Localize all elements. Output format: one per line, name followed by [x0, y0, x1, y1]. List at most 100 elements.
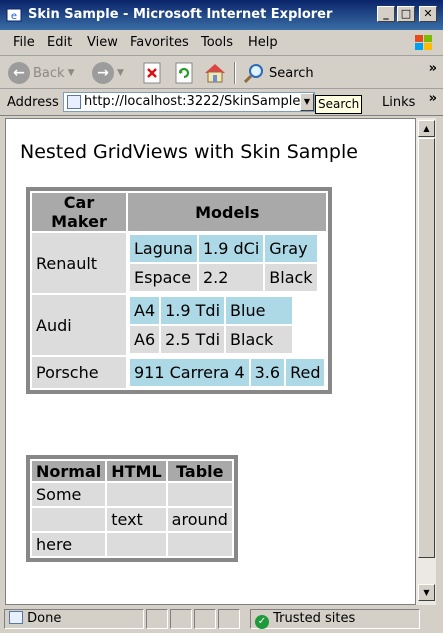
- table-row: Renault Laguna 1.9 dCi Gray Espace 2.2 B…: [32, 233, 327, 293]
- table-row: A6 2.5 Tdi Black: [130, 326, 293, 353]
- toolbar-overflow-chevron[interactable]: »: [429, 61, 437, 76]
- table-row: text around: [32, 508, 232, 531]
- search-tooltip: Search: [315, 95, 363, 114]
- search-button[interactable]: Search: [242, 60, 314, 86]
- status-panel: [194, 609, 216, 629]
- models-cell: Laguna 1.9 dCi Gray Espace 2.2 Black: [128, 233, 327, 293]
- address-url: http://localhost:3222/SkinSampleW: [84, 94, 314, 109]
- back-label: Back: [33, 65, 65, 81]
- model-cell: A6: [130, 326, 160, 353]
- header-normal: Normal: [32, 461, 106, 481]
- windows-logo-icon: [415, 35, 432, 50]
- home-icon: [205, 64, 225, 83]
- table-row: Audi A4 1.9 Tdi Blue A6 2.5 Tdi Black: [32, 295, 327, 355]
- color-cell: Blue: [226, 297, 293, 324]
- cars-header-row: Car Maker Models: [32, 193, 327, 231]
- table-cell: [107, 483, 166, 506]
- cars-gridview: Car Maker Models Renault Laguna 1.9 dCi …: [26, 187, 333, 394]
- menu-edit[interactable]: Edit: [47, 35, 72, 50]
- color-cell: Gray: [265, 235, 317, 262]
- links-overflow-chevron[interactable]: »: [429, 91, 437, 106]
- table-row: A4 1.9 Tdi Blue: [130, 297, 293, 324]
- models-gridview: 911 Carrera 4 3.6 Red: [128, 357, 326, 388]
- status-panel: [170, 609, 192, 629]
- model-cell: Laguna: [130, 235, 197, 262]
- status-bar: Done ✓ Trusted sites: [0, 605, 443, 633]
- close-button[interactable]: ✕: [419, 6, 437, 22]
- model-cell: 911 Carrera 4: [130, 359, 249, 386]
- page-icon: [9, 611, 23, 624]
- table-cell: [107, 533, 166, 556]
- status-done: Done: [27, 611, 62, 626]
- models-gridview: Laguna 1.9 dCi Gray Espace 2.2 Black: [128, 233, 319, 293]
- maximize-button[interactable]: □: [397, 6, 415, 22]
- scroll-down-button[interactable]: ▼: [418, 584, 435, 601]
- models-gridview: A4 1.9 Tdi Blue A6 2.5 Tdi Black: [128, 295, 294, 355]
- menu-bar: File Edit View Favorites Tools Help: [0, 30, 443, 56]
- address-input[interactable]: http://localhost:3222/SkinSampleW: [63, 92, 315, 112]
- engine-cell: 1.9 dCi: [198, 235, 264, 262]
- status-panel: [146, 609, 168, 629]
- search-label: Search: [269, 65, 314, 81]
- header-car-maker: Car Maker: [32, 193, 126, 231]
- table-cell: around: [167, 508, 232, 531]
- refresh-icon: [175, 62, 193, 84]
- engine-cell: 1.9 Tdi: [161, 297, 225, 324]
- title-bar: e Skin Sample - Microsoft Internet Explo…: [0, 0, 443, 30]
- table-cell: [167, 483, 232, 506]
- minimize-button[interactable]: _: [377, 6, 395, 22]
- vertical-scrollbar[interactable]: ▲ ▼: [416, 118, 436, 605]
- table-cell: [32, 508, 106, 531]
- ie-icon: e: [6, 8, 22, 22]
- check-icon: ✓: [255, 615, 269, 629]
- stop-icon: [143, 62, 161, 84]
- color-cell: Black: [226, 326, 293, 353]
- chevron-down-icon: ▼: [67, 68, 75, 78]
- menu-tools[interactable]: Tools: [201, 35, 233, 50]
- forward-arrow-icon: →: [92, 62, 114, 84]
- simple-gridview: Normal HTML Table Some text around here: [26, 455, 238, 562]
- stop-button[interactable]: [142, 60, 162, 86]
- home-button[interactable]: [203, 60, 227, 86]
- engine-cell: 2.2: [198, 264, 264, 291]
- chevron-down-icon: ▼: [117, 68, 124, 78]
- table-cell: here: [32, 533, 106, 556]
- address-label: Address: [7, 95, 59, 110]
- table-row: Espace 2.2 Black: [130, 264, 317, 291]
- back-arrow-icon: ←: [8, 62, 30, 84]
- header-html: HTML: [107, 461, 166, 481]
- table-row: Some: [32, 483, 232, 506]
- table-cell: [167, 533, 232, 556]
- model-cell: Espace: [130, 264, 197, 291]
- scroll-thumb[interactable]: [418, 138, 435, 558]
- model-cell: A4: [130, 297, 160, 324]
- menu-file[interactable]: File: [13, 35, 35, 50]
- car-maker-cell: Renault: [32, 233, 126, 293]
- page-content: Nested GridViews with Skin Sample Car Ma…: [5, 118, 416, 605]
- table-cell: Some: [32, 483, 106, 506]
- back-button[interactable]: ← Back ▼: [8, 60, 74, 86]
- color-cell: Black: [265, 264, 317, 291]
- address-bar: Address http://localhost:3222/SkinSample…: [0, 89, 443, 116]
- engine-cell: 2.5 Tdi: [161, 326, 225, 353]
- table-cell: text: [107, 508, 166, 531]
- table-row: Laguna 1.9 dCi Gray: [130, 235, 317, 262]
- standard-toolbar: ← Back ▼ → ▼ Search »: [0, 57, 443, 89]
- simple-header-row: Normal HTML Table: [32, 461, 232, 481]
- svg-text:e: e: [11, 11, 17, 22]
- links-label[interactable]: Links: [382, 95, 415, 110]
- menu-help[interactable]: Help: [248, 35, 278, 50]
- table-row: Porsche 911 Carrera 4 3.6 Red: [32, 357, 327, 388]
- models-cell: 911 Carrera 4 3.6 Red: [128, 357, 327, 388]
- address-dropdown-button[interactable]: ▼: [300, 93, 314, 111]
- search-icon: [243, 64, 263, 84]
- page-icon: [67, 95, 81, 109]
- refresh-button[interactable]: [174, 60, 194, 86]
- forward-button[interactable]: → ▼: [92, 60, 124, 86]
- menu-view[interactable]: View: [87, 35, 118, 50]
- status-panel: [218, 609, 240, 629]
- scroll-up-button[interactable]: ▲: [418, 120, 435, 137]
- header-table: Table: [167, 461, 232, 481]
- header-models: Models: [128, 193, 327, 231]
- menu-favorites[interactable]: Favorites: [130, 35, 189, 50]
